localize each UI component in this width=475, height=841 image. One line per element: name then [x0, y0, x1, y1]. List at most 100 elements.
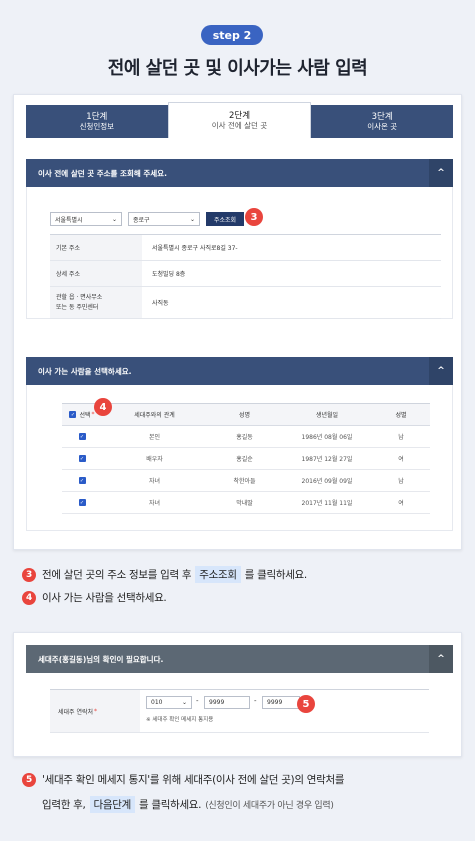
collapse-icon[interactable]: ^	[429, 159, 453, 187]
instruction-3: 3 전에 살던 곳의 주소 정보를 입력 후 주소조회 를 클릭하세요.	[22, 566, 307, 583]
tab-step-1[interactable]: 1단계 신청인정보	[26, 105, 168, 138]
instruction-text: '세대주 확인 메세지 통지'를 위해 세대주(이사 전에 살던 곳)의 연락처…	[42, 774, 345, 786]
movers-table: ✓ 선택 * 세대주와의 관계 성명 생년월일 성별 ✓ 본인 홍길동 1986…	[62, 403, 430, 514]
cell-relation: 자녀	[148, 478, 161, 485]
step-tabs: 1단계 신청인정보 2단계 이사 전에 살던 곳 3단계 이사온 곳	[26, 102, 453, 138]
section-previous-address-header: 이사 전에 살던 곳 주소를 조회해 주세요. ^	[26, 159, 453, 187]
city-select[interactable]: 서울특별시 ⌄	[50, 212, 122, 226]
contact-label: 세대주 연락처	[58, 708, 94, 716]
header-label: 성별	[395, 412, 407, 419]
info-label: 상세 주소	[50, 261, 142, 286]
address-search-row: 서울특별시 ⌄ 종로구 ⌄ 주소조회	[50, 212, 245, 226]
tab-step-label: 1단계	[86, 111, 108, 122]
section-movers-header: 이사 가는 사람을 선택하세요. ^	[26, 357, 453, 385]
step-badge-5: 5	[297, 695, 315, 713]
info-value: 사직동	[152, 300, 169, 307]
tab-step-2[interactable]: 2단계 이사 전에 살던 곳	[167, 102, 312, 138]
cell-relation: 본인	[148, 434, 161, 441]
section-owner-confirm-header: 세대주(홍길동)님의 확인이 필요합니다. ^	[26, 645, 453, 673]
instruction-text: 를 클릭하세요.	[138, 799, 202, 811]
district-select[interactable]: 종로구 ⌄	[128, 212, 200, 226]
info-label: 관할 읍 · 면사무소 또는 동 주민센터	[50, 287, 142, 318]
cell-birth: 2016년 09월 09일	[301, 478, 353, 485]
required-icon: *	[91, 411, 95, 418]
dash-separator: -	[196, 697, 199, 705]
phone-middle-input[interactable]: 9999	[204, 696, 250, 709]
select-all-checkbox[interactable]: ✓	[69, 411, 77, 418]
contact-note: ※ 세대주 확인 메세지 통지용	[146, 717, 214, 723]
dash-separator: -	[254, 697, 257, 705]
table-row: ✓ 본인 홍길동 1986년 08월 06일 남	[62, 426, 430, 448]
collapse-icon[interactable]: ^	[429, 645, 453, 673]
cell-name: 홍길동	[236, 434, 253, 441]
phone-last-input[interactable]: 9999	[262, 696, 300, 709]
cell-name: 착한아들	[233, 478, 256, 485]
form-card: 1단계 신청인정보 2단계 이사 전에 살던 곳 3단계 이사온 곳 이사 전에…	[13, 94, 462, 550]
highlight-next-step: 다음단계	[89, 796, 135, 813]
instruction-text: 전에 살던 곳의 주소 정보를 입력 후	[42, 569, 192, 581]
info-label: 기본 주소	[50, 235, 142, 260]
instruction-text: 이사 가는 사람을 선택하세요.	[42, 592, 167, 604]
instruction-4: 4 이사 가는 사람을 선택하세요.	[22, 590, 167, 605]
owner-confirm-card: 세대주(홍길동)님의 확인이 필요합니다. ^ 세대주 연락처 * 010 ⌄ …	[13, 632, 462, 757]
row-checkbox[interactable]: ✓	[78, 477, 86, 484]
instruction-text: 를 클릭하세요.	[244, 569, 308, 581]
info-value: 도청빌딩 8층	[152, 271, 186, 278]
row-checkbox[interactable]: ✓	[78, 499, 86, 506]
highlight-address-search: 주소조회	[195, 566, 241, 583]
step-badge-3: 3	[245, 208, 263, 226]
cell-relation: 자녀	[148, 500, 161, 507]
info-value: 서울특별시 종로구 사직로8길 37-	[152, 245, 238, 252]
district-select-value: 종로구	[133, 216, 150, 224]
cell-birth: 1987년 12월 27일	[301, 456, 353, 463]
phone-prefix-select[interactable]: 010 ⌄	[146, 696, 192, 709]
tab-step-sublabel: 이사온 곳	[367, 121, 398, 131]
section-title: 세대주(홍길동)님의 확인이 필요합니다.	[38, 654, 164, 664]
row-checkbox[interactable]: ✓	[78, 455, 86, 462]
table-row: ✓ 배우자 홍길순 1987년 12월 27일 여	[62, 448, 430, 470]
phone-prefix-value: 010	[151, 699, 163, 706]
required-icon: *	[94, 707, 98, 715]
contact-fields: 010 ⌄ - 9999 - 9999 ※ 세대주 확인 메세지 통지용	[140, 690, 429, 732]
instruction-number-badge: 5	[22, 772, 36, 787]
city-select-value: 서울특별시	[55, 216, 83, 224]
tab-step-3[interactable]: 3단계 이사온 곳	[311, 105, 453, 138]
collapse-icon[interactable]: ^	[429, 357, 453, 385]
chevron-down-icon: ⌄	[181, 699, 187, 706]
owner-contact-row: 세대주 연락처 * 010 ⌄ - 9999 - 9999 ※ 세대주 확인 메…	[50, 689, 429, 733]
chevron-down-icon: ⌄	[189, 215, 195, 223]
header-label: 성명	[238, 412, 251, 419]
cell-birth: 1986년 08월 06일	[301, 434, 353, 441]
row-checkbox[interactable]: ✓	[78, 433, 86, 440]
address-info-table: 기본 주소 서울특별시 종로구 사직로8길 37- 상세 주소 도청빌딩 8층 …	[50, 234, 441, 319]
page-title: 전에 살던 곳 및 이사가는 사람 입력	[107, 58, 368, 79]
address-search-button[interactable]: 주소조회	[206, 212, 245, 226]
header-label: 세대주와의 관계	[134, 412, 175, 419]
cell-name: 막내딸	[236, 500, 253, 507]
cell-gender: 남	[398, 434, 404, 441]
instruction-number-badge: 3	[22, 567, 36, 582]
table-row: ✓ 자녀 착한아들 2016년 09월 09일 남	[62, 470, 430, 492]
instruction-note: (신청인이 세대주가 아닌 경우 입력)	[205, 801, 334, 811]
cell-gender: 남	[398, 478, 404, 485]
cell-name: 홍길순	[236, 456, 253, 463]
step-badge: step 2	[201, 25, 263, 45]
tab-step-label: 3단계	[371, 111, 393, 122]
info-row: 기본 주소 서울특별시 종로구 사직로8길 37-	[50, 235, 441, 261]
instruction-5-line2: 입력한 후, 다음단계 를 클릭하세요. (신청인이 세대주가 아닌 경우 입력…	[42, 796, 334, 813]
cell-birth: 2017년 11월 11일	[301, 500, 353, 507]
tab-step-sublabel: 신청인정보	[79, 121, 115, 131]
chevron-down-icon: ⌄	[111, 215, 117, 223]
contact-label-wrap: 세대주 연락처 *	[50, 690, 140, 732]
tab-step-label: 2단계	[228, 110, 251, 121]
instruction-text: 입력한 후,	[42, 799, 86, 811]
step-badge-4: 4	[94, 398, 112, 416]
table-row: ✓ 자녀 막내딸 2017년 11월 11일 여	[62, 492, 430, 514]
header-label: 생년월일	[315, 412, 339, 419]
section-title: 이사 가는 사람을 선택하세요.	[38, 366, 132, 376]
header-label: 선택	[79, 412, 91, 419]
cell-relation: 배우자	[146, 456, 163, 463]
table-header: ✓ 선택 * 세대주와의 관계 성명 생년월일 성별	[62, 404, 430, 426]
info-row: 상세 주소 도청빌딩 8층	[50, 261, 441, 287]
section-title: 이사 전에 살던 곳 주소를 조회해 주세요.	[38, 168, 167, 178]
